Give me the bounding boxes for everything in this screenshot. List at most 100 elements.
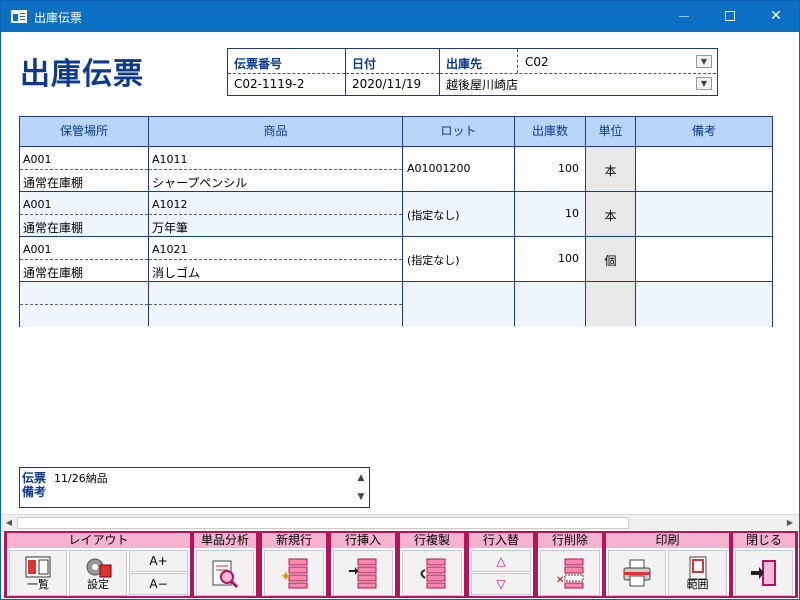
insert-row-button[interactable] xyxy=(333,550,393,596)
scrollbar-thumb[interactable] xyxy=(17,517,629,529)
app-window: 出庫伝票 ✕ 出庫伝票 伝票番号 C02-1119-2 日付 2020/11/1… xyxy=(0,0,800,600)
qty-cell[interactable] xyxy=(515,282,586,326)
column-header-location[interactable]: 保管場所 xyxy=(20,117,149,146)
qty-cell[interactable]: 10 xyxy=(515,192,586,236)
close-window-button[interactable]: ✕ xyxy=(753,1,799,32)
slip-number-field[interactable]: 伝票番号 C02-1119-2 xyxy=(228,49,346,95)
delete-row-button[interactable]: ✕ xyxy=(540,550,600,596)
print-range-button[interactable]: 範囲 xyxy=(668,550,727,596)
lot-value: (指定なし) xyxy=(407,209,460,222)
location-cell[interactable]: A001 通常在庫棚 xyxy=(20,192,149,236)
lot-cell[interactable]: A01001200 xyxy=(403,147,515,191)
close-icon: ✕ xyxy=(770,8,782,24)
note-cell[interactable] xyxy=(636,192,772,236)
font-down-label: A− xyxy=(149,577,168,591)
table-row[interactable]: A001 通常在庫棚 A1011 シャープペンシル A01001200 100 … xyxy=(20,147,772,192)
scroll-left-icon[interactable]: ◀ xyxy=(1,515,17,531)
layout-group: レイアウト 一覧 設定 A+ A− xyxy=(7,533,190,596)
maximize-button[interactable] xyxy=(707,1,753,32)
date-field[interactable]: 日付 2020/11/19 xyxy=(346,49,440,95)
unit-cell: 本 xyxy=(586,147,636,191)
lot-cell[interactable]: (指定なし) xyxy=(403,192,515,236)
move-row-up-button[interactable]: △ xyxy=(471,550,531,572)
table-row[interactable]: A001 通常在庫棚 A1021 消しゴム (指定なし) 100 個 xyxy=(20,237,772,282)
slip-header: 伝票番号 C02-1119-2 日付 2020/11/19 出庫先 C02 ▼ … xyxy=(227,48,718,96)
new-row-button[interactable]: ✦ xyxy=(264,550,324,596)
list-view-label: 一覧 xyxy=(27,578,49,591)
slip-number-label: 伝票番号 xyxy=(234,57,283,71)
insert-row-icon xyxy=(349,558,377,589)
item-cell[interactable]: A1021 消しゴム xyxy=(149,237,403,281)
new-row-icon: ✦ xyxy=(280,558,308,589)
column-header-item[interactable]: 商品 xyxy=(149,117,403,146)
settings-button[interactable]: 設定 xyxy=(69,550,127,596)
qty-cell[interactable]: 100 xyxy=(515,147,586,191)
item-name: 消しゴム xyxy=(152,266,201,280)
copy-row-button[interactable] xyxy=(402,550,462,596)
layout-group-label: レイアウト xyxy=(7,533,190,548)
font-size-up-button[interactable]: A+ xyxy=(129,550,188,572)
location-cell[interactable]: A001 通常在庫棚 xyxy=(20,147,149,191)
destination-code-value: C02 xyxy=(525,55,549,69)
grid-header-row: 保管場所 商品 ロット 出庫数 単位 備考 xyxy=(20,117,772,147)
destination-name-select[interactable]: 越後屋川崎店 ▼ xyxy=(440,73,716,95)
move-row-down-button[interactable]: ▽ xyxy=(471,573,531,595)
column-header-unit[interactable]: 単位 xyxy=(586,117,636,146)
note-cell[interactable] xyxy=(636,147,772,191)
print-button[interactable] xyxy=(608,550,666,596)
memo-field[interactable]: 伝票 備考 11/26納品 ▲ ▼ xyxy=(19,467,370,508)
location-code: A001 xyxy=(23,198,52,211)
printer-icon xyxy=(623,559,651,587)
memo-text[interactable]: 11/26納品 xyxy=(54,470,108,486)
column-header-qty[interactable]: 出庫数 xyxy=(515,117,586,146)
minimize-button[interactable] xyxy=(661,1,707,32)
print-group-label: 印刷 xyxy=(606,533,729,548)
list-view-icon xyxy=(25,556,51,578)
slip-number-value: C02-1119-2 xyxy=(234,77,305,91)
insert-row-label: 行挿入 xyxy=(331,533,395,548)
list-view-button[interactable]: 一覧 xyxy=(9,550,67,596)
window-title: 出庫伝票 xyxy=(34,11,83,25)
scroll-up-icon[interactable]: ▲ xyxy=(355,473,367,485)
note-cell[interactable] xyxy=(636,237,772,281)
new-row-group: 新規行 ✦ xyxy=(262,533,326,596)
item-analysis-button[interactable] xyxy=(196,550,254,596)
qty-value: 100 xyxy=(558,252,579,265)
memo-label: 伝票 備考 xyxy=(22,471,52,499)
print-group: 印刷 範囲 xyxy=(606,533,729,596)
column-header-lot[interactable]: ロット xyxy=(403,117,515,146)
magnifier-report-icon xyxy=(212,560,239,589)
location-cell[interactable]: A001 通常在庫棚 xyxy=(20,237,149,281)
item-code: A1021 xyxy=(152,243,188,256)
title-bar[interactable]: 出庫伝票 ✕ xyxy=(1,1,799,32)
triangle-up-icon: △ xyxy=(496,554,506,568)
item-cell[interactable]: A1012 万年筆 xyxy=(149,192,403,236)
item-cell[interactable] xyxy=(149,282,403,326)
font-size-down-button[interactable]: A− xyxy=(129,573,188,595)
new-row-label: 新規行 xyxy=(262,533,326,548)
settings-label: 設定 xyxy=(87,578,109,591)
destination-label: 出庫先 xyxy=(446,57,483,71)
note-cell[interactable] xyxy=(636,282,772,326)
detail-grid: 保管場所 商品 ロット 出庫数 単位 備考 A001 通常在庫棚 A1011 シ… xyxy=(19,116,773,327)
swap-row-label: 行入替 xyxy=(469,533,533,548)
lot-cell[interactable]: (指定なし) xyxy=(403,237,515,281)
horizontal-scrollbar[interactable]: ◀ ▶ xyxy=(1,514,799,530)
location-name: 通常在庫棚 xyxy=(23,176,84,190)
table-row[interactable]: A001 通常在庫棚 A1012 万年筆 (指定なし) 10 本 xyxy=(20,192,772,237)
print-range-label: 範囲 xyxy=(686,578,709,591)
scroll-down-icon[interactable]: ▼ xyxy=(355,492,367,504)
table-row[interactable] xyxy=(20,282,772,327)
qty-cell[interactable]: 100 xyxy=(515,237,586,281)
close-button[interactable] xyxy=(735,550,793,596)
chevron-down-icon[interactable]: ▼ xyxy=(696,77,712,90)
column-header-note[interactable]: 備考 xyxy=(636,117,772,146)
unit-cell: 個 xyxy=(586,237,636,281)
item-cell[interactable]: A1011 シャープペンシル xyxy=(149,147,403,191)
chevron-down-icon[interactable]: ▼ xyxy=(696,55,712,68)
lot-cell[interactable] xyxy=(403,282,515,326)
destination-code-select[interactable]: C02 ▼ xyxy=(518,49,716,73)
scroll-right-icon[interactable]: ▶ xyxy=(782,515,798,531)
location-cell[interactable] xyxy=(20,282,149,326)
delete-row-group: 行削除 ✕ xyxy=(538,533,602,596)
